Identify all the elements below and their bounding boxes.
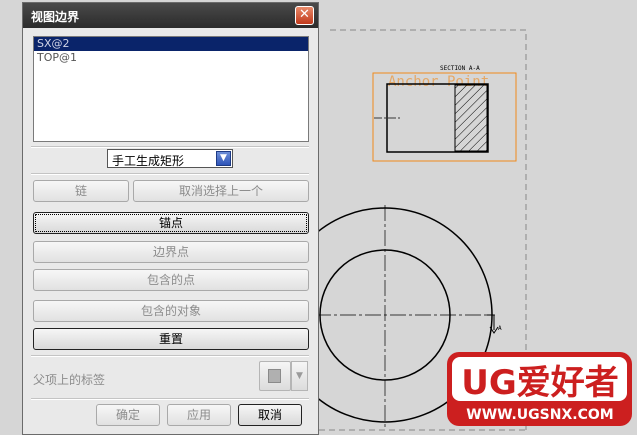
boundary-type-value: 手工生成矩形 [112,154,185,168]
logo-brand: UG爱好者 [461,363,619,403]
close-icon[interactable]: ✕ [295,6,314,25]
list-item[interactable]: TOP@1 [34,51,308,65]
chevron-down-icon[interactable]: ▼ [216,151,231,166]
apply-button[interactable]: 应用 [167,404,231,426]
dialog-title: 视图边界 [31,10,80,24]
section-mark: A [498,325,502,332]
section-hatch [454,84,488,152]
cancel-button[interactable]: 取消 [238,404,302,426]
reset-button[interactable]: 重置 [33,328,309,350]
dialog-titlebar[interactable]: 视图边界 ✕ [23,3,318,28]
included-object-button[interactable]: 包含的对象 [33,300,309,322]
separator [31,398,309,400]
separator [31,173,309,175]
deselect-last-button[interactable]: 取消选择上一个 [133,180,309,202]
included-point-button[interactable]: 包含的点 [33,269,309,291]
anchor-point-button[interactable]: 锚点 [33,212,309,234]
separator [31,355,309,357]
chevron-down-icon[interactable]: ▼ [291,361,308,391]
parent-label-text: 父项上的标签 [33,373,106,387]
section-label: SECTION A-A [440,65,480,72]
view-list[interactable]: SX@2 TOP@1 [33,36,309,142]
list-item[interactable]: SX@2 [34,37,308,51]
ok-button[interactable]: 确定 [96,404,160,426]
chain-button[interactable]: 链 [33,180,129,202]
ugsnx-logo: UG爱好者 WWW.UGSNX.COM [447,352,632,426]
label-icon [268,369,281,383]
boundary-type-select[interactable]: 手工生成矩形 ▼ [107,149,233,168]
view-boundary-dialog: 视图边界 ✕ SX@2 TOP@1 手工生成矩形 ▼ 链 取消选择上一个 锚点 … [22,2,319,435]
label-picker-button[interactable] [259,361,291,391]
logo-url: WWW.UGSNX.COM [466,407,613,423]
separator [31,146,309,148]
boundary-point-button[interactable]: 边界点 [33,241,309,263]
